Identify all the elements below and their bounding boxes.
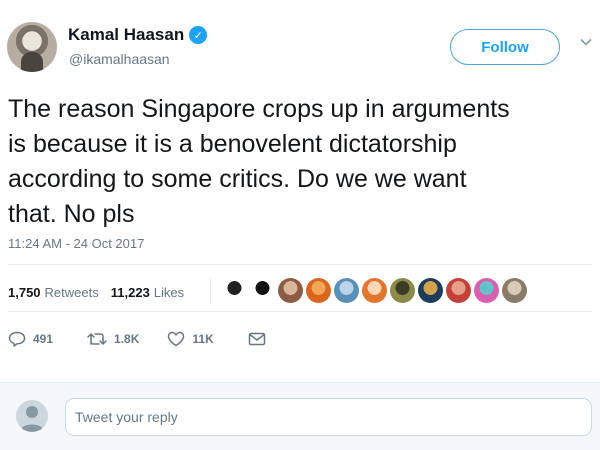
reply-input[interactable] [65, 398, 592, 436]
reply-action[interactable]: 491 [8, 331, 53, 347]
retweet-icon [87, 333, 107, 345]
liker-avatar[interactable] [446, 278, 471, 303]
envelope-icon [248, 332, 265, 346]
tweet-text: The reason Singapore crops up in argumen… [8, 92, 593, 232]
heart-icon [168, 331, 185, 347]
like-action[interactable]: 11K [167, 331, 214, 347]
author-name-row: Kamal Haasan ✓ [68, 25, 208, 45]
author-handle[interactable]: @ikamalhaasan [69, 51, 170, 67]
tweet-stats: 1,750 Retweets 11,223 Likes [8, 285, 184, 300]
liker-avatar[interactable] [278, 278, 303, 303]
reply-area [0, 382, 600, 450]
liker-avatar[interactable] [250, 278, 275, 303]
liker-avatar[interactable] [362, 278, 387, 303]
retweets-count[interactable]: 1,750 [8, 285, 41, 300]
retweet-count: 1.8K [114, 332, 140, 346]
liker-avatar[interactable] [306, 278, 331, 303]
tweet-text-line: that. No pls [8, 200, 135, 228]
liker-avatar[interactable] [390, 278, 415, 303]
like-count: 11K [192, 332, 214, 346]
tweet-text-line: according to some critics. Do we we want [8, 165, 467, 193]
direct-message-action[interactable] [248, 332, 266, 346]
retweets-label[interactable]: Retweets [45, 285, 99, 300]
tweet-timestamp[interactable]: 11:24 AM - 24 Oct 2017 [8, 236, 144, 251]
likes-label[interactable]: Likes [154, 285, 184, 300]
liker-avatar[interactable] [334, 278, 359, 303]
retweet-action[interactable]: 1.8K [87, 331, 139, 347]
tweet-header: Kamal Haasan ✓ @ikamalhaasan Follow [0, 0, 600, 86]
likes-count[interactable]: 11,223 [111, 285, 150, 300]
verified-badge-icon: ✓ [189, 26, 208, 44]
author-display-name[interactable]: Kamal Haasan [68, 25, 184, 45]
liker-avatar[interactable] [474, 278, 499, 303]
liker-avatar[interactable] [418, 278, 443, 303]
author-avatar[interactable] [7, 22, 57, 72]
follow-button[interactable]: Follow [450, 29, 560, 65]
tweet-actions: 491 1.8K 11K [8, 327, 266, 351]
user-avatar [16, 400, 48, 432]
chevron-down-icon[interactable] [580, 36, 592, 48]
stats-separator [210, 278, 211, 304]
liker-avatars [222, 278, 527, 303]
divider [8, 311, 592, 312]
liker-avatar[interactable] [502, 278, 527, 303]
reply-icon [8, 331, 26, 347]
divider [8, 264, 592, 265]
liker-avatar[interactable] [222, 278, 247, 303]
reply-count: 491 [33, 332, 54, 346]
tweet-text-line: The reason Singapore crops up in argumen… [8, 95, 510, 123]
tweet-text-line: is because it is a benovelent dictatorsh… [8, 130, 457, 158]
